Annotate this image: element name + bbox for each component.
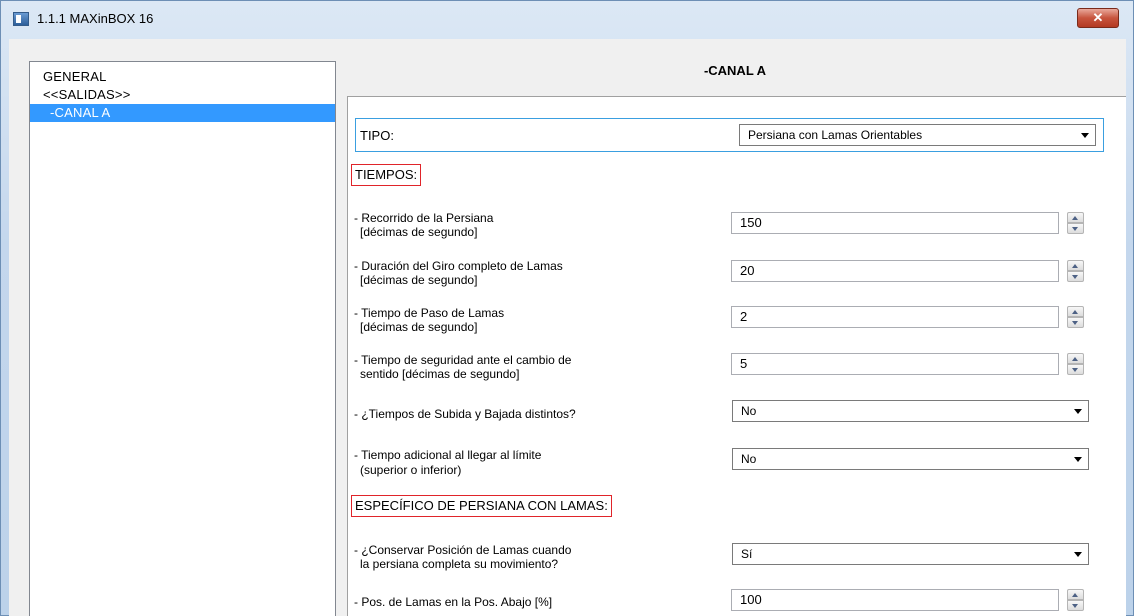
spin-up-icon[interactable]: [1067, 212, 1084, 223]
giro-input[interactable]: 20: [731, 260, 1059, 282]
client-area: GENERAL <<SALIDAS>> -CANAL A -CANAL A TI…: [9, 39, 1126, 616]
giro-label: - Duración del Giro completo de Lamas: [354, 259, 563, 273]
dialog-window: 1.1.1 MAXinBOX 16 ✕ GENERAL <<SALIDAS>> …: [0, 0, 1134, 616]
paso-input[interactable]: 2: [731, 306, 1059, 328]
paso-unit-label: [décimas de segundo]: [360, 320, 478, 334]
paso-label: - Tiempo de Paso de Lamas: [354, 306, 505, 320]
recorrido-label: - Recorrido de la Persiana: [354, 211, 494, 225]
spin-up-icon[interactable]: [1067, 260, 1084, 271]
seguridad-spinner: [1067, 353, 1084, 375]
subida-bajada-select[interactable]: No: [732, 400, 1089, 422]
chevron-down-icon: [1081, 133, 1089, 138]
paso-spinner: [1067, 306, 1084, 328]
recorrido-spinner: [1067, 212, 1084, 234]
recorrido-input[interactable]: 150: [731, 212, 1059, 234]
spin-up-icon[interactable]: [1067, 353, 1084, 364]
chevron-down-icon: [1074, 457, 1082, 462]
conservar-value: Sí: [741, 547, 753, 561]
subida-bajada-value: No: [741, 404, 757, 418]
spin-down-icon[interactable]: [1067, 600, 1084, 611]
tree-item-canal-a[interactable]: -CANAL A: [30, 104, 335, 122]
adicional-sub-label: (superior o inferior): [360, 463, 462, 477]
pos-abajo-spinner: [1067, 589, 1084, 611]
tree-item-salidas[interactable]: <<SALIDAS>>: [41, 86, 132, 104]
close-button[interactable]: ✕: [1077, 8, 1119, 28]
app-icon: [13, 12, 29, 26]
conservar-label: - ¿Conservar Posición de Lamas cuando: [354, 543, 572, 557]
chevron-down-icon: [1074, 409, 1082, 414]
spin-up-icon[interactable]: [1067, 306, 1084, 317]
title-bar: 1.1.1 MAXinBOX 16 ✕: [1, 1, 1133, 39]
spin-down-icon[interactable]: [1067, 223, 1084, 234]
recorrido-unit-label: [décimas de segundo]: [360, 225, 478, 239]
parameters-panel: TIPO: Persiana con Lamas Orientables TIE…: [347, 96, 1126, 616]
section-heading-tiempos: TIEMPOS:: [351, 164, 422, 186]
seguridad-unit-label: sentido [décimas de segundo]: [360, 367, 520, 381]
tipo-label: TIPO:: [360, 128, 394, 143]
chevron-down-icon: [1074, 552, 1082, 557]
adicional-label: - Tiempo adicional al llegar al límite: [354, 448, 542, 462]
subida-bajada-label: - ¿Tiempos de Subida y Bajada distintos?: [354, 407, 576, 421]
spin-up-icon[interactable]: [1067, 589, 1084, 600]
seguridad-input[interactable]: 5: [731, 353, 1059, 375]
conservar-select[interactable]: Sí: [732, 543, 1089, 565]
tipo-select[interactable]: Persiana con Lamas Orientables: [739, 124, 1096, 146]
pos-abajo-input[interactable]: 100: [731, 589, 1059, 611]
conservar-sub-label: la persiana completa su movimiento?: [360, 557, 559, 571]
navigation-tree: GENERAL <<SALIDAS>> -CANAL A: [29, 61, 336, 616]
tipo-select-value: Persiana con Lamas Orientables: [748, 128, 923, 142]
adicional-select[interactable]: No: [732, 448, 1089, 470]
panel-title: -CANAL A: [703, 63, 767, 78]
pos-abajo-label: - Pos. de Lamas en la Pos. Abajo [%]: [354, 595, 553, 609]
giro-spinner: [1067, 260, 1084, 282]
section-heading-especifico: ESPECÍFICO DE PERSIANA CON LAMAS:: [351, 495, 612, 517]
seguridad-label: - Tiempo de seguridad ante el cambio de: [354, 353, 572, 367]
tree-item-general[interactable]: GENERAL: [41, 68, 109, 86]
tipo-row: TIPO: Persiana con Lamas Orientables: [355, 118, 1104, 152]
spin-down-icon[interactable]: [1067, 364, 1084, 375]
window-title: 1.1.1 MAXinBOX 16: [37, 11, 154, 26]
spin-down-icon[interactable]: [1067, 271, 1084, 282]
adicional-value: No: [741, 452, 757, 466]
spin-down-icon[interactable]: [1067, 317, 1084, 328]
giro-unit-label: [décimas de segundo]: [360, 273, 478, 287]
